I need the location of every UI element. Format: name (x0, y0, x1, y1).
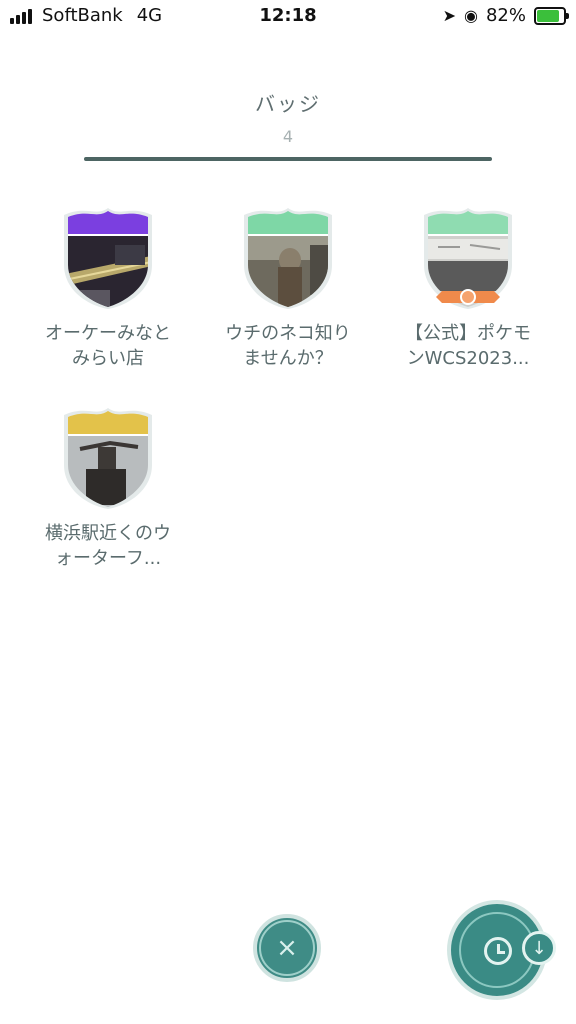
badge-label-line: ンWCS2023... (406, 348, 530, 369)
badge-image (64, 408, 152, 509)
badge-label: 【公式】ポケモ ンWCS2023... (393, 321, 543, 371)
badge-image (244, 208, 332, 309)
badge-label: ウチのネコ知り ませんか？ (213, 321, 363, 371)
page-title: バッジ (255, 92, 321, 116)
badge-item[interactable]: ウチのネコ知り ませんか？ (200, 205, 376, 371)
badge-image (64, 208, 152, 309)
badge-label-line: 【公式】ポケモ (405, 323, 531, 344)
clock-icon (484, 937, 512, 965)
battery-percent: 82% (485, 5, 526, 26)
close-icon: × (259, 920, 315, 976)
badge-label: オーケーみなと みらい店 (33, 321, 183, 371)
badge-shield (240, 205, 336, 309)
badge-item[interactable]: オーケーみなと みらい店 (20, 205, 196, 371)
badge-image (424, 208, 512, 309)
badge-label-line: 横浜駅近くのウ (45, 523, 171, 544)
badge-count: 4 (282, 127, 294, 146)
header-divider (84, 157, 492, 161)
badge-label-line: ウチのネコ知り (225, 323, 351, 344)
badge-label-line: ませんか？ (243, 348, 333, 369)
badge-label: 横浜駅近くのウ ォーターフ... (33, 521, 183, 571)
badge-label-line: みらい店 (72, 348, 144, 369)
badge-item[interactable]: 横浜駅近くのウ ォーターフ... (20, 405, 196, 571)
rotation-lock-icon: ◉ (464, 6, 478, 25)
badge-item[interactable]: 【公式】ポケモ ンWCS2023... (380, 205, 556, 371)
badge-shield (60, 205, 156, 309)
badge-label-line: オーケーみなと (45, 323, 171, 344)
close-button[interactable]: × (253, 914, 321, 982)
battery-icon (534, 6, 569, 25)
status-bar: SoftBank 4G 12:18 ➤ ◉ 82% (0, 0, 576, 34)
status-right: ➤ ◉ 82% (442, 5, 569, 26)
sort-direction-icon[interactable]: ↓ (522, 931, 556, 965)
badge-shield (420, 205, 516, 309)
location-arrow-icon: ➤ (442, 6, 457, 25)
badge-shield (60, 405, 156, 509)
badge-label-line: ォーターフ... (54, 548, 162, 569)
